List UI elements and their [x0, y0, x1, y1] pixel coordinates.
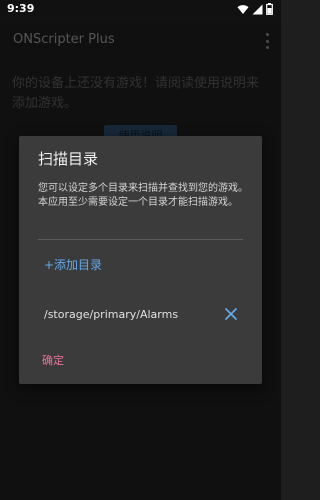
directory-path: /storage/primary/Alarms: [44, 308, 179, 321]
navigation-area: [0, 480, 281, 500]
dialog-divider: [38, 239, 243, 240]
status-icons: [237, 3, 273, 15]
scan-directories-dialog: 扫描目录 您可以设定多个目录来扫描并查找到您的游戏。本应用至少需要设定一个目录才…: [19, 136, 262, 384]
wifi-icon: [237, 4, 249, 14]
close-icon[interactable]: [223, 306, 239, 322]
status-time: 9:39: [7, 2, 35, 15]
status-bar: 9:39: [0, 0, 281, 20]
battery-icon: [266, 3, 273, 15]
signal-icon: [252, 4, 263, 14]
confirm-button[interactable]: 确定: [42, 352, 64, 368]
dialog-title: 扫描目录: [38, 150, 99, 168]
dialog-message: 您可以设定多个目录来扫描并查找到您的游戏。本应用至少需要设定一个目录才能扫描游戏…: [38, 183, 248, 208]
add-directory-button[interactable]: +添加目录: [44, 256, 102, 273]
